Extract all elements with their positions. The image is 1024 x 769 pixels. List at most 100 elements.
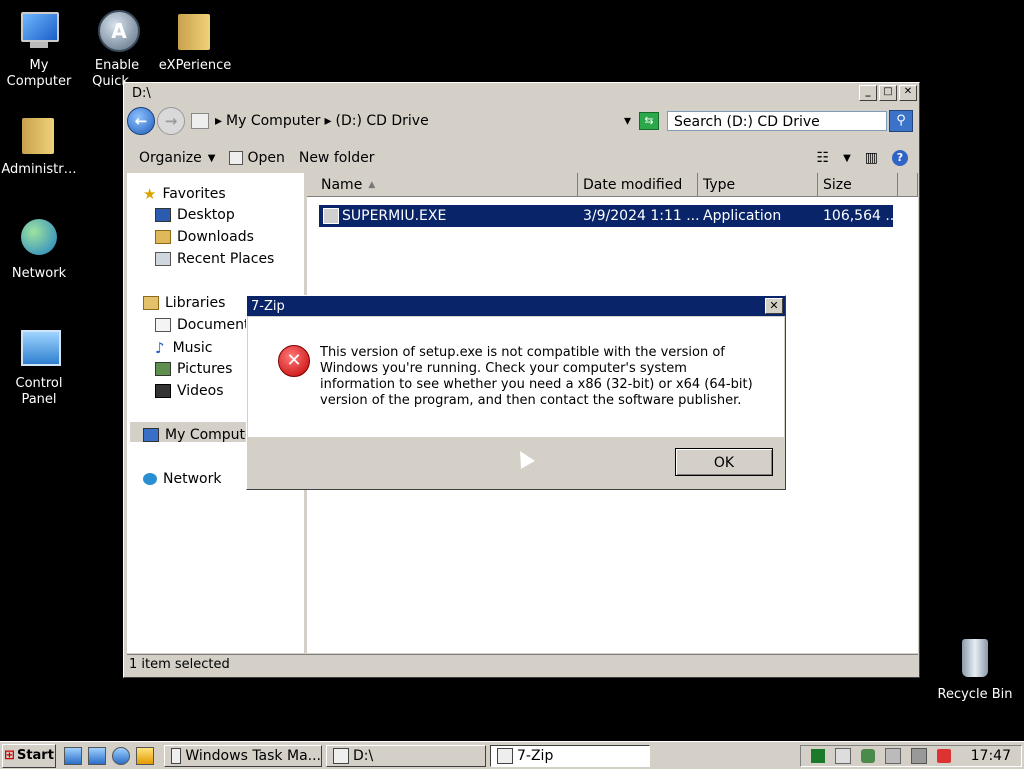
nav-music[interactable]: ♪ Music: [155, 339, 212, 357]
desktop-icon-recycle-bin[interactable]: Recycle Bin: [933, 637, 1017, 703]
column-header-name[interactable]: Name ▲: [307, 173, 578, 197]
help-icon[interactable]: ?: [892, 150, 908, 166]
tray-volume-muted-icon[interactable]: [937, 748, 951, 763]
nav-label: Pictures: [177, 361, 233, 377]
control-panel-icon: [16, 326, 62, 372]
preview-pane-icon[interactable]: ▥: [865, 150, 878, 166]
nav-recent-places[interactable]: Recent Places: [155, 251, 274, 267]
nav-favorites[interactable]: ★ Favorites: [143, 185, 226, 203]
nav-desktop[interactable]: Desktop: [155, 207, 235, 223]
task-task-manager[interactable]: Windows Task Ma...: [164, 744, 322, 767]
show-desktop-icon[interactable]: [64, 746, 82, 765]
column-header-type[interactable]: Type: [698, 173, 818, 197]
nav-libraries[interactable]: Libraries: [143, 295, 225, 311]
media-player-icon[interactable]: [136, 746, 154, 765]
breadcrumb-my-computer[interactable]: My Computer: [226, 113, 320, 129]
nav-videos[interactable]: Videos: [155, 383, 224, 399]
nav-pictures[interactable]: Pictures: [155, 361, 232, 377]
chevron-down-icon[interactable]: ▾: [624, 113, 631, 129]
nav-downloads[interactable]: Downloads: [155, 229, 254, 245]
tray-document-icon[interactable]: [835, 747, 851, 764]
error-icon: ✕: [278, 345, 310, 377]
nav-network[interactable]: Network: [143, 471, 221, 487]
user-folder-icon: [16, 112, 62, 158]
dialog-close-button[interactable]: ✕: [765, 298, 783, 314]
search-input[interactable]: Search (D:) CD Drive: [667, 111, 887, 131]
desktop-icon: [155, 208, 171, 222]
tray-app-icon[interactable]: [811, 748, 825, 763]
desktop-icon-network[interactable]: Network: [0, 216, 81, 282]
sort-arrow-icon: ▲: [368, 179, 376, 190]
command-bar: Organize ▼ Open New folder ☷ ▼ ▥ ?: [125, 143, 918, 173]
ok-button[interactable]: OK: [675, 448, 773, 476]
network-icon: [143, 473, 157, 485]
file-type: Application: [703, 208, 782, 224]
view-controls: ☷ ▼ ▥ ?: [803, 150, 908, 166]
windows-logo-icon: ⊞: [4, 748, 15, 763]
desktop-icon-control-panel[interactable]: Control Panel: [0, 326, 81, 408]
desktop-icon-experience[interactable]: eXPerience: [153, 8, 237, 74]
maximize-button[interactable]: □: [879, 85, 897, 101]
nav-label: Desktop: [177, 207, 235, 223]
file-row[interactable]: SUPERMIU.EXE 3/9/2024 1:11 ... Applicati…: [319, 205, 899, 227]
desktop-icon-label: My Computer: [6, 58, 72, 89]
desktop-icon-my-computer[interactable]: My Computer: [0, 8, 81, 90]
taskbar: ⊞ Start Windows Task Ma... D:\ 7-Zip 17:…: [0, 741, 1024, 769]
chevron-down-icon: ▼: [207, 152, 216, 164]
status-bar: 1 item selected: [127, 654, 918, 675]
downloads-icon: [155, 230, 171, 244]
dialog-message: This version of setup.exe is not compati…: [320, 345, 753, 408]
dialog-titlebar[interactable]: 7-Zip ✕: [247, 296, 785, 316]
status-text: 1 item selected: [129, 657, 230, 672]
view-options-icon[interactable]: ☷: [817, 150, 830, 166]
new-folder-button[interactable]: New folder: [299, 150, 375, 166]
organize-button[interactable]: Organize ▼: [139, 150, 215, 166]
dialog-body: ✕ This version of setup.exe is not compa…: [248, 317, 784, 437]
close-button[interactable]: ✕: [899, 85, 917, 101]
tray-hardware-icon[interactable]: [885, 747, 901, 764]
tray-network-icon[interactable]: [911, 747, 927, 764]
desktop-icon-label: Administr…: [1, 162, 77, 177]
nav-label: Network: [163, 471, 222, 487]
address-bar-row: ← → ▸ My Computer ▸ (D:) CD Drive ▾ ⇆ Se…: [127, 107, 917, 135]
documents-icon: [155, 318, 171, 332]
file-date: 3/9/2024 1:11 ...: [583, 208, 700, 224]
explorer-icon[interactable]: [88, 746, 106, 765]
recycle-bin-icon: [952, 637, 998, 683]
nav-label: Libraries: [165, 295, 226, 311]
address-bar[interactable]: ▸ My Computer ▸ (D:) CD Drive ▾: [191, 110, 631, 132]
network-icon: [16, 216, 62, 262]
clock[interactable]: 17:47: [971, 748, 1011, 764]
system-tray: 17:47: [800, 744, 1022, 767]
minimize-button[interactable]: _: [859, 85, 877, 101]
column-header-filler: [898, 173, 918, 197]
star-icon: ★: [143, 185, 157, 203]
quicklaunch-icon: A: [94, 8, 140, 54]
column-header-size[interactable]: Size: [818, 173, 898, 197]
internet-explorer-icon[interactable]: [112, 746, 130, 765]
start-button[interactable]: ⊞ Start: [2, 743, 56, 768]
forward-button[interactable]: →: [157, 107, 185, 135]
task-7zip[interactable]: 7-Zip: [490, 744, 650, 767]
nav-documents[interactable]: Documents: [155, 317, 257, 333]
column-header-date[interactable]: Date modified: [578, 173, 698, 197]
desktop-icon-enable-quick[interactable]: A Enable Quick…: [75, 8, 159, 90]
breadcrumb-cd-drive[interactable]: (D:) CD Drive: [335, 113, 428, 129]
open-button[interactable]: Open: [229, 150, 285, 166]
tray-security-icon[interactable]: [861, 748, 875, 763]
search-icon[interactable]: ⚲: [889, 110, 913, 132]
refresh-button[interactable]: ⇆: [639, 112, 659, 130]
music-icon: ♪: [155, 339, 165, 357]
folder-icon: [172, 8, 218, 54]
task-explorer[interactable]: D:\: [326, 744, 486, 767]
desktop-icon-administrator[interactable]: Administr…: [0, 112, 81, 178]
desktop-icon-label: eXPerience: [158, 58, 232, 73]
desktop-icon-label: Recycle Bin: [937, 687, 1013, 702]
nav-label: Recent Places: [177, 251, 275, 267]
back-button[interactable]: ←: [127, 107, 155, 135]
chevron-down-icon[interactable]: ▼: [843, 153, 851, 164]
nav-label: Favorites: [162, 186, 226, 202]
nav-my-computer[interactable]: My Computer: [143, 427, 259, 443]
explorer-titlebar[interactable]: D:\ _ □ ✕: [124, 83, 919, 103]
task-label: Windows Task Ma...: [185, 747, 321, 764]
